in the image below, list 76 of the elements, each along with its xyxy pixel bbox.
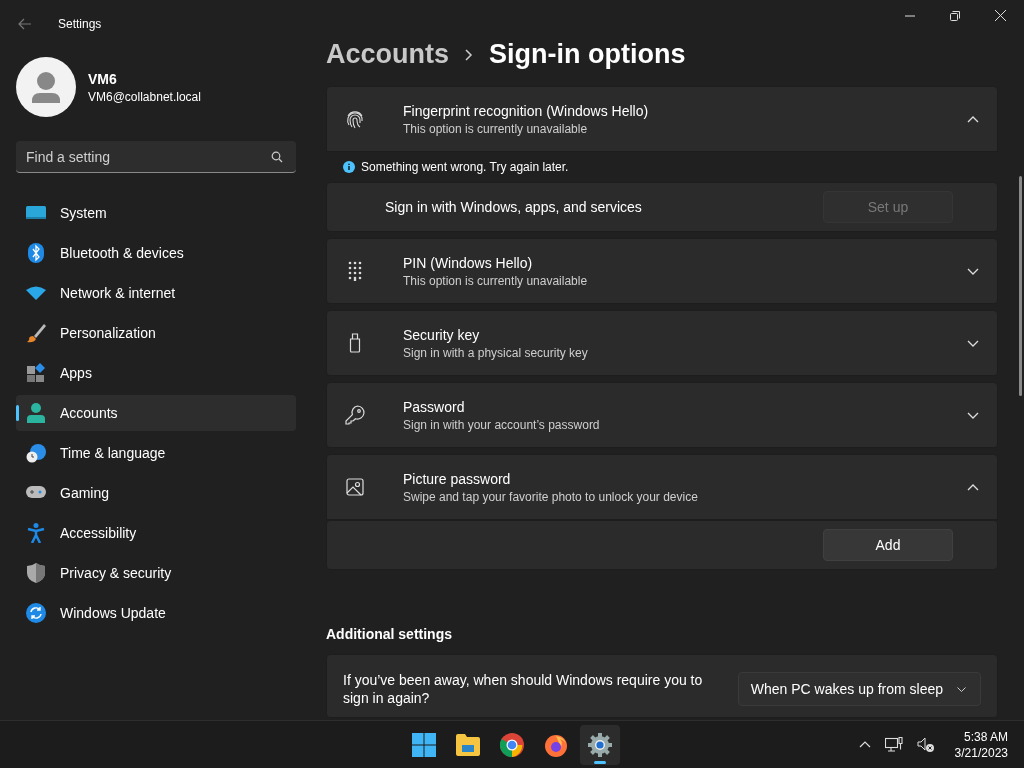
fox-browser-icon <box>544 732 568 757</box>
card-title: Password <box>403 398 466 415</box>
card-title: Fingerprint recognition (Windows Hello) <box>403 102 650 119</box>
section-heading: Additional settings <box>326 626 453 642</box>
chevron-down-icon <box>957 686 966 692</box>
paintbrush-icon <box>26 323 46 343</box>
nav-item[interactable]: Network & internet <box>16 275 296 311</box>
chevron-up-icon[interactable] <box>858 741 871 748</box>
nav-item[interactable]: Personalization <box>16 315 296 351</box>
user-email: VM6@collabnet.local <box>88 89 201 104</box>
chevron-down-icon[interactable] <box>967 267 979 275</box>
setting-card[interactable]: Password Sign in with your account’s password <box>326 382 998 448</box>
error-message: Something went wrong. Try again later. <box>361 160 569 174</box>
row-label: Sign in with Windows, apps, and services <box>385 199 643 215</box>
nav-item[interactable]: Gaming <box>16 475 296 511</box>
search-icon <box>271 151 283 163</box>
user-name: VM6 <box>88 70 118 87</box>
update-icon <box>26 603 46 623</box>
window-title: Settings <box>58 17 102 31</box>
browser-icon <box>500 732 524 757</box>
speaker-muted-icon[interactable] <box>916 736 935 753</box>
action-button[interactable]: Add <box>823 529 953 561</box>
shield-icon <box>26 563 46 583</box>
nav-item[interactable]: Bluetooth & devices <box>16 235 296 271</box>
fingerprint-icon <box>345 109 365 129</box>
card-subtitle: Sign in with your account’s password <box>403 417 601 432</box>
page-title: Sign-in options <box>489 39 686 70</box>
card-title: Picture password <box>403 470 512 487</box>
dropdown[interactable]: When PC wakes up from sleep <box>737 672 981 706</box>
setting-card[interactable]: Picture password Swipe and tap your favorite photo to unlock your device <box>326 454 998 520</box>
person-icon <box>26 403 46 423</box>
picture-icon <box>345 478 365 496</box>
accessibility-icon <box>26 523 46 543</box>
globe-clock-icon <box>26 443 46 463</box>
chevron-right-icon <box>465 48 474 61</box>
nav-item[interactable]: Accessibility <box>16 515 296 551</box>
card-title: PIN (Windows Hello) <box>403 254 534 271</box>
nav-item[interactable]: Apps <box>16 355 296 391</box>
avatar-icon <box>16 57 76 117</box>
setting-label: If you’ve been away, when should Windows require you to sign in again? <box>343 671 704 707</box>
network-icon[interactable] <box>884 736 903 753</box>
apps-icon <box>26 363 46 383</box>
nav-item[interactable]: Privacy & security <box>16 555 296 591</box>
setting-card[interactable]: PIN (Windows Hello) This option is currently unavailable <box>326 238 998 304</box>
nav-item[interactable]: System <box>16 195 296 231</box>
monitor-icon <box>26 205 46 221</box>
windows-logo-icon <box>412 732 436 757</box>
breadcrumb-parent[interactable]: Accounts <box>326 39 450 70</box>
taskbar-app[interactable] <box>580 724 620 765</box>
gear-icon <box>588 732 612 757</box>
folder-icon <box>456 733 480 756</box>
card-subtitle: This option is currently unavailable <box>403 273 589 288</box>
key-icon <box>345 405 365 425</box>
search-field[interactable]: Find a setting <box>16 141 296 173</box>
chevron-down-icon[interactable] <box>967 339 979 347</box>
clock-time: 5:38 AM <box>963 729 1008 744</box>
chevron-down-icon[interactable] <box>967 411 979 419</box>
chevron-up-icon[interactable] <box>967 483 979 491</box>
back-icon[interactable] <box>18 18 32 30</box>
restore-icon[interactable] <box>950 10 960 21</box>
card-title: Security key <box>403 326 481 343</box>
wifi-icon <box>26 286 46 300</box>
bluetooth-icon <box>26 243 46 263</box>
card-subtitle: Swipe and tap your favorite photo to unlock your device <box>403 489 699 504</box>
setting-card[interactable]: Fingerprint recognition (Windows Hello) This option is currently unavailable <box>326 86 998 152</box>
gamepad-icon <box>26 486 46 500</box>
nav-item[interactable]: Time & language <box>16 435 296 471</box>
nav-item[interactable]: Windows Update <box>16 595 296 631</box>
setting-card[interactable]: Security key Sign in with a physical security key <box>326 310 998 376</box>
chevron-up-icon[interactable] <box>967 115 979 123</box>
close-icon[interactable] <box>995 10 1006 21</box>
clock-date: 3/21/2023 <box>954 745 1008 760</box>
info-icon <box>343 161 355 173</box>
card-subtitle: This option is currently unavailable <box>403 121 589 136</box>
nav-item[interactable]: Accounts <box>16 395 296 431</box>
card-subtitle: Sign in with a physical security key <box>403 345 589 360</box>
